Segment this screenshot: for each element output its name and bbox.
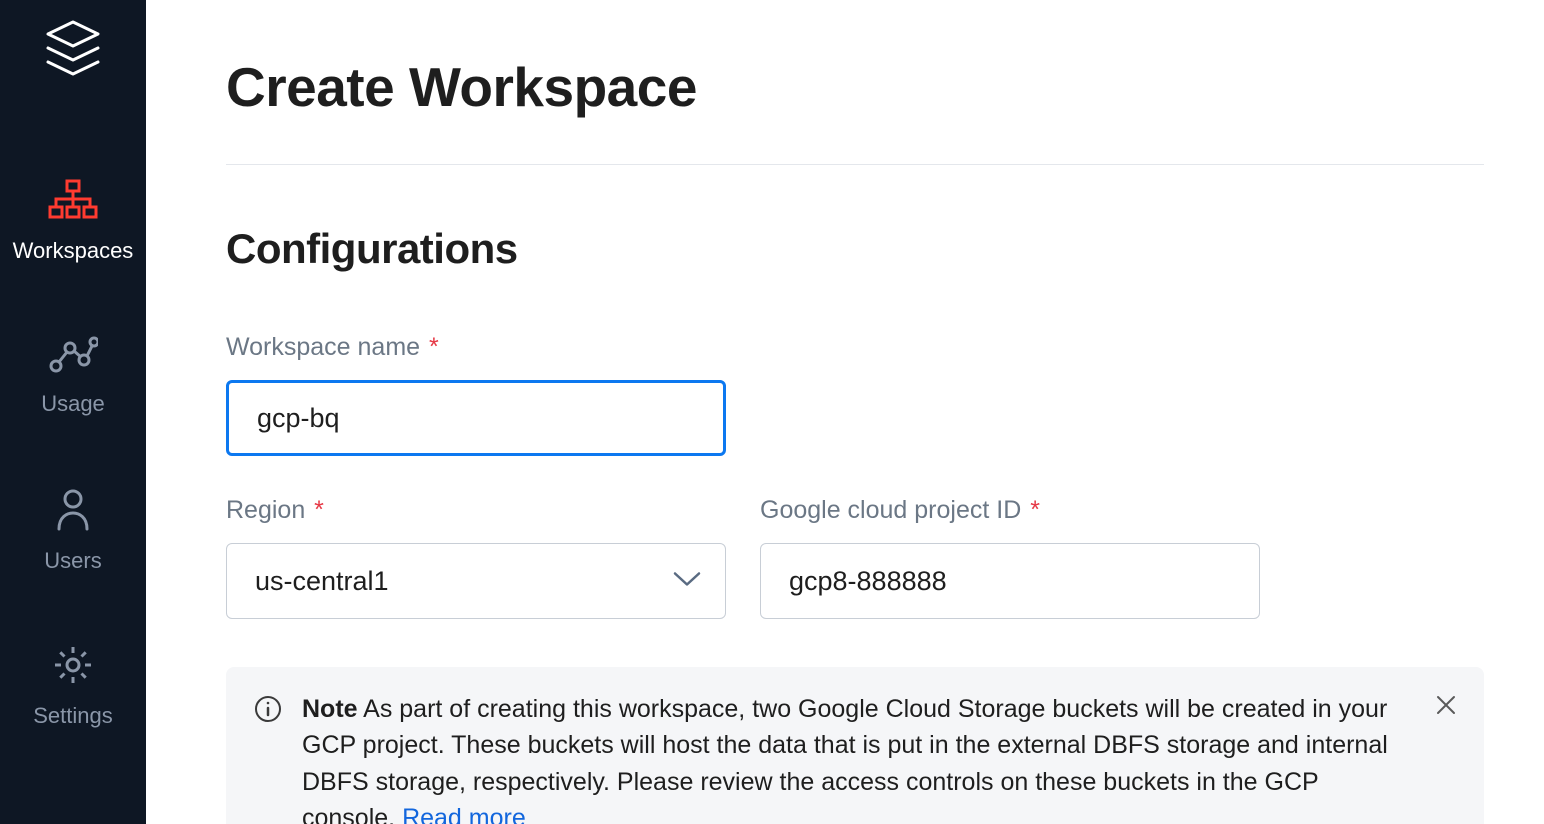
region-select[interactable]: us-central1 <box>226 543 726 619</box>
workspace-name-label: Workspace name * <box>226 333 1484 362</box>
section-title: Configurations <box>226 225 1484 273</box>
required-mark: * <box>307 496 324 524</box>
workspace-name-input[interactable] <box>226 380 726 456</box>
workspaces-icon <box>48 179 98 226</box>
sidebar-item-label: Workspaces <box>13 238 134 264</box>
divider <box>226 164 1484 165</box>
field-region: Region * us-central1 <box>226 496 726 619</box>
close-note-button[interactable] <box>1430 689 1462 724</box>
close-icon <box>1434 705 1458 720</box>
sidebar-item-label: Users <box>44 548 101 574</box>
required-mark: * <box>1023 496 1040 524</box>
sidebar-item-workspaces[interactable]: Workspaces <box>0 179 146 264</box>
usage-icon <box>48 334 98 379</box>
project-id-label: Google cloud project ID * <box>760 496 1260 525</box>
gear-icon <box>52 644 94 691</box>
info-note: Note As part of creating this workspace,… <box>226 667 1484 824</box>
info-icon <box>254 695 282 824</box>
users-icon <box>53 487 93 536</box>
sidebar-item-label: Settings <box>33 703 113 729</box>
sidebar: Workspaces Usage Users <box>0 0 146 824</box>
read-more-link[interactable]: Read more <box>402 804 526 824</box>
field-project-id: Google cloud project ID * <box>760 496 1260 619</box>
project-id-input[interactable] <box>760 543 1260 619</box>
region-label: Region * <box>226 496 726 525</box>
main-content: Create Workspace Configurations Workspac… <box>146 0 1544 824</box>
page-title: Create Workspace <box>226 55 1484 119</box>
required-mark: * <box>422 333 439 361</box>
note-text: Note As part of creating this workspace,… <box>302 691 1456 824</box>
sidebar-item-settings[interactable]: Settings <box>0 644 146 729</box>
sidebar-item-label: Usage <box>41 391 105 417</box>
field-workspace-name: Workspace name * <box>226 333 1484 456</box>
sidebar-item-usage[interactable]: Usage <box>0 334 146 417</box>
sidebar-item-users[interactable]: Users <box>0 487 146 574</box>
logo-icon <box>42 18 104 89</box>
